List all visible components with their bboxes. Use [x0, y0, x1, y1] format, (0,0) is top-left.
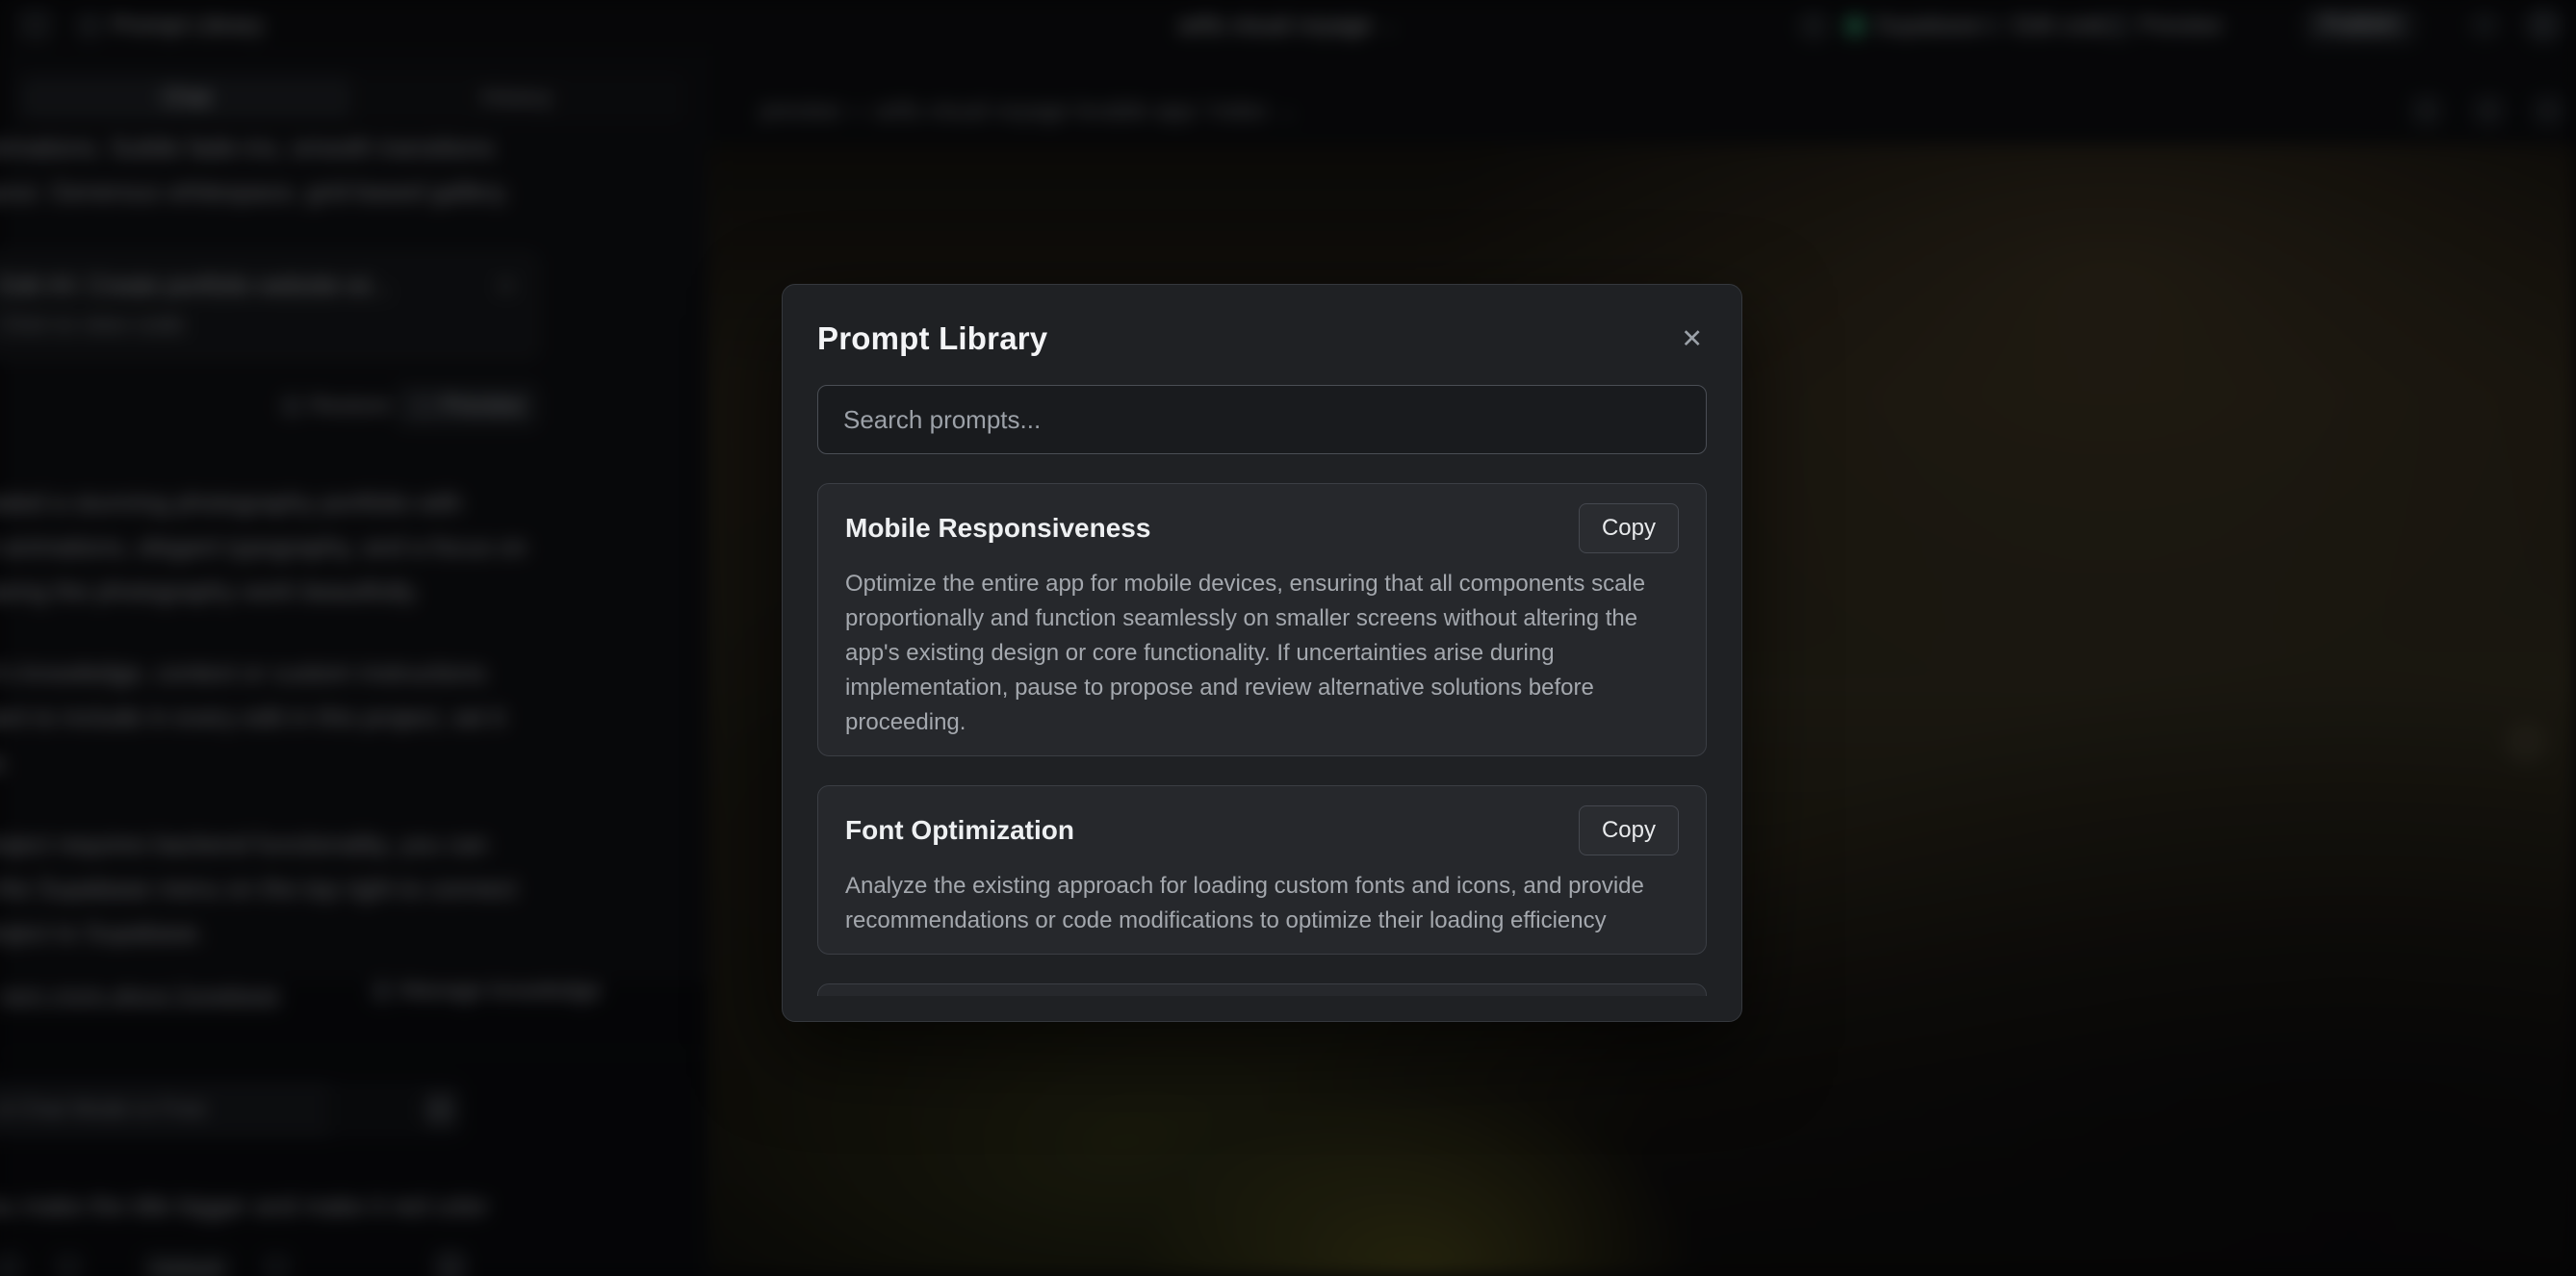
copy-button[interactable]: Copy: [1579, 503, 1679, 553]
modal-header: Prompt Library ✕: [817, 318, 1707, 360]
prompt-title: Font Optimization: [845, 815, 1074, 846]
close-icon[interactable]: ✕: [1677, 322, 1707, 356]
prompt-description: Analyze the existing approach for loadin…: [845, 869, 1679, 938]
copy-button[interactable]: Copy: [1579, 805, 1679, 855]
prompt-description: Optimize the entire app for mobile devic…: [845, 567, 1679, 740]
prompt-list: Mobile Responsiveness Copy Optimize the …: [817, 483, 1707, 996]
prompt-library-modal: Prompt Library ✕ Mobile Responsiveness C…: [782, 284, 1742, 1022]
search-input[interactable]: [817, 385, 1707, 454]
prompt-card-font-optimization[interactable]: Font Optimization Copy Analyze the exist…: [817, 785, 1707, 955]
prompt-card-partial[interactable]: [817, 983, 1707, 996]
prompt-title: Mobile Responsiveness: [845, 513, 1150, 544]
modal-title: Prompt Library: [817, 320, 1047, 357]
app-screen: Prompt Library artfu visual voyage ⌄ Sup…: [0, 0, 2576, 1276]
prompt-card-mobile-responsiveness[interactable]: Mobile Responsiveness Copy Optimize the …: [817, 483, 1707, 756]
